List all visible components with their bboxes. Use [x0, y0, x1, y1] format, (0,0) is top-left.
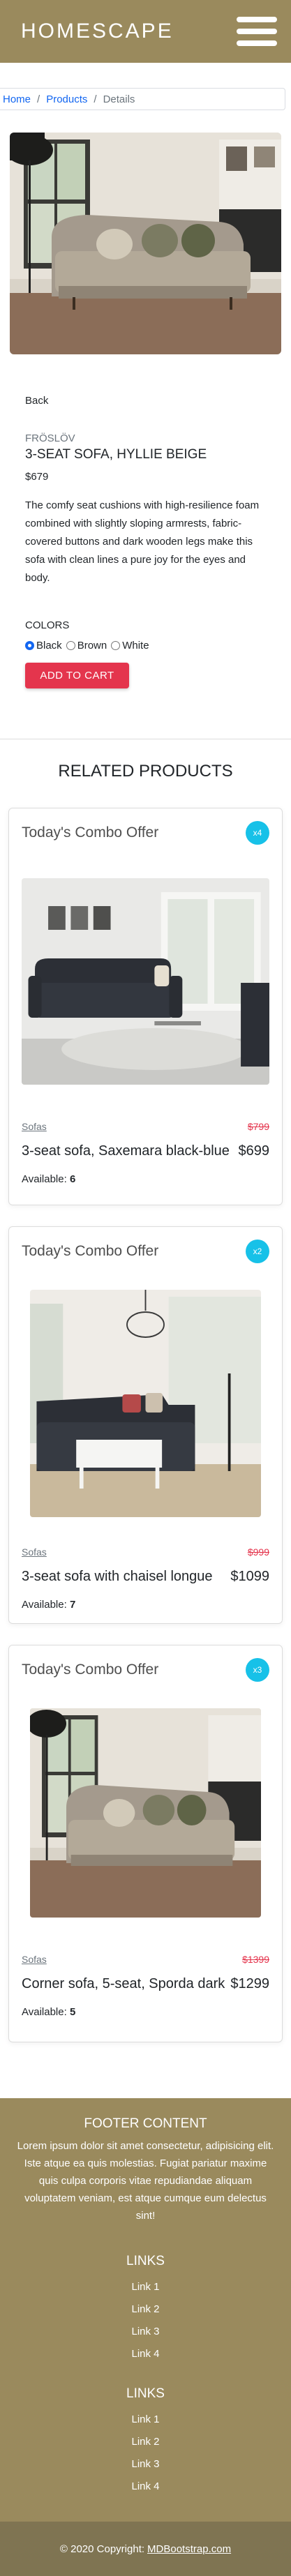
- footer-link[interactable]: Link 3: [131, 2326, 159, 2337]
- card-category-link[interactable]: Sofas: [22, 1121, 47, 1132]
- card-product-image[interactable]: [30, 1708, 261, 1918]
- card-availability: Available: 7: [22, 1599, 76, 1611]
- back-link[interactable]: Back: [25, 395, 48, 407]
- card-product-name: Corner sofa, 5-seat, Sporda dark: [22, 1976, 225, 1991]
- color-label: Black: [36, 640, 62, 651]
- card-price: $1299: [230, 1976, 269, 1991]
- footer-links-title: LINKS: [126, 2254, 165, 2268]
- footer-link[interactable]: Link 2: [131, 2436, 159, 2448]
- product-brand: FRÖSLÖV: [25, 432, 75, 444]
- color-option-white[interactable]: White: [111, 640, 149, 651]
- card-offer-title: Today's Combo Offer: [22, 824, 159, 841]
- related-products-list: Today's Combo Offer x4 Sofas $799 3-seat…: [0, 808, 291, 2042]
- product-card[interactable]: Today's Combo Offer x2 Sofas $999 3-seat…: [8, 1226, 283, 1624]
- card-old-price: $999: [247, 1546, 269, 1558]
- product-card[interactable]: Today's Combo Offer x3 Sofas $1399 Corne…: [8, 1645, 283, 2042]
- product-description: The comfy seat cushions with high-resili…: [25, 499, 260, 584]
- card-product-image[interactable]: [30, 1290, 261, 1517]
- card-price: $1099: [230, 1569, 269, 1584]
- breadcrumb-products-link[interactable]: Products: [46, 93, 87, 105]
- card-offer-title: Today's Combo Offer: [22, 1662, 159, 1678]
- product-price: $679: [25, 471, 49, 483]
- radio-black[interactable]: [25, 641, 34, 650]
- copyright-link[interactable]: MDBootstrap.com: [147, 2543, 231, 2555]
- color-label: White: [122, 640, 149, 651]
- radio-brown[interactable]: [66, 641, 75, 650]
- brand-logo[interactable]: HOMESCAPE: [21, 20, 174, 43]
- quantity-badge: x2: [246, 1240, 269, 1263]
- copyright-bar: © 2020 Copyright: MDBootstrap.com: [0, 2522, 291, 2576]
- card-available-count: 7: [69, 1599, 76, 1611]
- footer-links-section: LINKS Link 1 Link 2 Link 3 Link 4: [0, 2386, 291, 2498]
- footer-link[interactable]: Link 4: [131, 2480, 159, 2492]
- product-details: Back FRÖSLÖV 3-SEAT SOFA, HYLLIE BEIGE $…: [0, 354, 291, 688]
- page-footer: FOOTER CONTENT Lorem ipsum dolor sit ame…: [0, 2098, 291, 2576]
- color-option-brown[interactable]: Brown: [66, 640, 107, 651]
- breadcrumb-current: Details: [103, 93, 135, 105]
- card-price: $699: [238, 1143, 270, 1159]
- top-navbar: HOMESCAPE: [0, 0, 291, 63]
- add-to-cart-button[interactable]: ADD TO CART: [25, 663, 129, 688]
- footer-link[interactable]: Link 3: [131, 2458, 159, 2470]
- card-available-count: 6: [69, 1173, 76, 1185]
- footer-links-title: LINKS: [126, 2386, 165, 2401]
- color-label: Brown: [77, 640, 107, 651]
- product-image: [10, 133, 281, 354]
- quantity-badge: x3: [246, 1658, 269, 1682]
- product-name: 3-SEAT SOFA, HYLLIE BEIGE: [25, 447, 207, 462]
- color-options: Black Brown White: [25, 640, 266, 651]
- footer-links-section: LINKS Link 1 Link 2 Link 3 Link 4: [0, 2254, 291, 2365]
- copyright-text: © 2020 Copyright:: [59, 2543, 145, 2555]
- card-product-name: 3-seat sofa, Saxemara black-blue: [22, 1143, 230, 1159]
- footer-link[interactable]: Link 1: [131, 2281, 159, 2293]
- footer-link[interactable]: Link 2: [131, 2303, 159, 2315]
- card-category-link[interactable]: Sofas: [22, 1546, 47, 1558]
- footer-link[interactable]: Link 1: [131, 2413, 159, 2425]
- card-availability: Available: 6: [22, 1173, 76, 1185]
- footer-content-title: FOOTER CONTENT: [84, 2116, 207, 2131]
- colors-title: COLORS: [25, 619, 70, 631]
- card-available-count: 5: [69, 2006, 76, 2018]
- footer-content-text: Lorem ipsum dolor sit amet consectetur, …: [17, 2140, 274, 2222]
- card-availability: Available: 5: [22, 2006, 76, 2018]
- hamburger-menu-icon[interactable]: [237, 14, 277, 49]
- product-card[interactable]: Today's Combo Offer x4 Sofas $799 3-seat…: [8, 808, 283, 1205]
- card-old-price: $1399: [242, 1954, 269, 1965]
- breadcrumb-separator: /: [94, 93, 97, 105]
- card-offer-title: Today's Combo Offer: [22, 1243, 159, 1259]
- color-option-black[interactable]: Black: [25, 640, 62, 651]
- footer-link[interactable]: Link 4: [131, 2348, 159, 2360]
- quantity-badge: x4: [246, 821, 269, 845]
- related-products-title: RELATED PRODUCTS: [58, 762, 233, 781]
- card-product-name: 3-seat sofa with chaisel longue: [22, 1569, 213, 1584]
- card-product-image[interactable]: [22, 878, 269, 1085]
- breadcrumb: Home / Products / Details: [0, 88, 285, 110]
- breadcrumb-separator: /: [37, 93, 40, 105]
- card-category-link[interactable]: Sofas: [22, 1954, 47, 1965]
- card-old-price: $799: [247, 1121, 269, 1132]
- radio-white[interactable]: [111, 641, 121, 650]
- breadcrumb-home-link[interactable]: Home: [3, 93, 31, 105]
